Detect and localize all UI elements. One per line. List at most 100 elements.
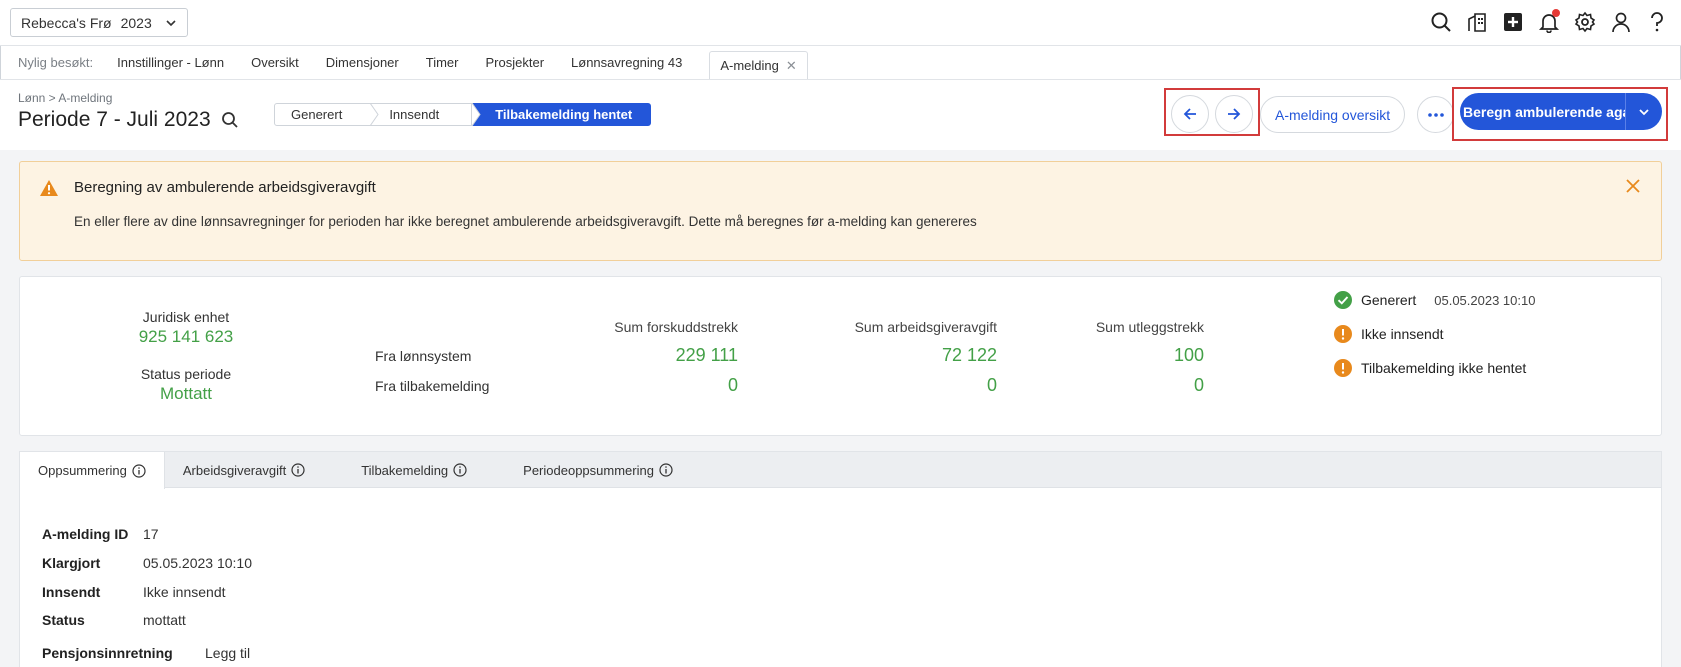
- detail-value: 17: [143, 526, 159, 542]
- calculate-aga-button[interactable]: Beregn ambulerende aga: [1460, 93, 1662, 130]
- chevron-down-icon: [166, 20, 176, 27]
- warning-icon: [40, 180, 58, 196]
- a-melding-overview-button[interactable]: A-melding oversikt: [1260, 96, 1406, 133]
- detail-value: 05.05.2023 10:10: [143, 555, 252, 571]
- status-item-date: 05.05.2023 10:10: [1434, 292, 1536, 308]
- more-button[interactable]: [1417, 96, 1454, 133]
- company-year: 2023: [120, 14, 152, 31]
- info-icon: [659, 463, 673, 477]
- row-value: 0: [1193, 375, 1204, 395]
- detail-label: Innsendt: [42, 584, 101, 600]
- row-value: 229 111: [675, 345, 738, 365]
- arrow-left-icon: [1183, 108, 1196, 120]
- breadcrumb[interactable]: Lønn > A-melding: [18, 91, 112, 105]
- recent-label: Nylig besøkt:: [18, 55, 94, 70]
- recent-link[interactable]: Timer: [426, 55, 459, 70]
- info-icon: [291, 463, 305, 477]
- company-selector[interactable]: Rebecca's Frø 2023: [10, 8, 188, 37]
- tab-label: Periodeoppsummering: [523, 462, 654, 478]
- calculate-aga-label: Beregn ambulerende aga: [1463, 103, 1625, 120]
- next-button[interactable]: [1215, 95, 1253, 133]
- details-card: Oppsummering Arbeidsgiveravgift Tilbakem…: [19, 451, 1662, 667]
- status-item-label: Generert: [1361, 292, 1417, 308]
- recent-link[interactable]: Prosjekter: [486, 55, 545, 70]
- tab-period-summary[interactable]: Periodeoppsummering: [505, 452, 691, 488]
- tab-employer-tax[interactable]: Arbeidsgiveravgift: [165, 452, 343, 488]
- page-header: Lønn > A-melding Periode 7 - Juli 2023 G…: [0, 80, 1681, 150]
- tab-label: Oppsummering: [38, 463, 127, 478]
- summary-card: Juridisk enhet 925 141 623 Status period…: [19, 276, 1662, 436]
- user-icon[interactable]: [1609, 10, 1633, 34]
- info-icon: [453, 463, 467, 477]
- step-divider: [370, 103, 379, 126]
- close-icon[interactable]: ✕: [786, 58, 797, 74]
- recent-link[interactable]: Oversikt: [251, 55, 299, 70]
- warning-text: En eller flere av dine lønnsavregninger …: [74, 214, 977, 229]
- more-icon: [1427, 112, 1444, 117]
- detail-label: Status: [42, 612, 85, 628]
- entity-label: Juridisk enhet: [142, 309, 230, 325]
- recent-bar: Nylig besøkt: Innstillinger - Lønn Overs…: [0, 46, 1681, 80]
- info-icon: [132, 463, 146, 478]
- warning-circle-icon: [1334, 359, 1352, 377]
- step-label: Generert: [291, 107, 343, 122]
- recent-link[interactable]: Lønnsavregning 43: [571, 55, 682, 70]
- warning-circle-icon: [1334, 325, 1352, 343]
- status-block: Status periode Mottatt: [101, 366, 271, 404]
- plus-square-icon[interactable]: [1501, 10, 1525, 34]
- row-value: 0: [986, 375, 997, 395]
- previous-button[interactable]: [1171, 95, 1209, 133]
- status-feedback-not-fetched: Tilbakemelding ikke hentet: [1334, 359, 1526, 377]
- row-label: Fra tilbakemelding: [375, 378, 490, 394]
- row-value: 100: [1173, 345, 1204, 365]
- top-bar: Rebecca's Frø 2023: [0, 0, 1681, 46]
- status-value: Mottatt: [160, 384, 212, 403]
- step-generated: Generert: [274, 103, 372, 126]
- close-icon[interactable]: [1625, 178, 1641, 194]
- recent-link[interactable]: Innstillinger - Lønn: [117, 55, 224, 70]
- detail-label: Klargjort: [42, 555, 101, 571]
- step-feedback: Tilbakemelding hentet: [472, 103, 652, 126]
- building-icon[interactable]: [1465, 10, 1489, 34]
- gear-icon[interactable]: [1573, 10, 1597, 34]
- recent-active-tab[interactable]: A-melding ✕: [709, 51, 808, 79]
- warning-title: Beregning av ambulerende arbeidsgiveravg…: [74, 179, 376, 196]
- step-label: Innsendt: [389, 107, 440, 122]
- bell-icon[interactable]: [1537, 9, 1561, 34]
- search-icon[interactable]: [1429, 10, 1453, 34]
- tab-summary[interactable]: Oppsummering: [20, 452, 165, 489]
- status-item-label: Tilbakemelding ikke hentet: [1361, 360, 1527, 376]
- entity-value: 925 141 623: [138, 327, 234, 346]
- row-label: Fra lønnsystem: [375, 348, 472, 364]
- dropdown-toggle[interactable]: [1626, 93, 1662, 130]
- status-item-label: Ikke innsendt: [1361, 326, 1444, 342]
- column-header: Sum utleggstrekk: [1095, 319, 1204, 335]
- help-icon[interactable]: [1645, 10, 1669, 34]
- company-name: Rebecca's Frø: [21, 14, 112, 31]
- check-circle-icon: [1334, 291, 1352, 309]
- search-icon[interactable]: [221, 111, 239, 129]
- recent-link[interactable]: Dimensjoner: [326, 55, 399, 70]
- detail-value: mottatt: [143, 612, 186, 628]
- row-value: 72 122: [941, 345, 997, 365]
- step-divider: [472, 103, 481, 126]
- warning-banner: Beregning av ambulerende arbeidsgiveravg…: [19, 161, 1662, 261]
- tab-label: Tilbakemelding: [361, 462, 449, 478]
- chevron-down-icon: [1639, 108, 1649, 115]
- page-title-text: Periode 7 - Juli 2023: [18, 108, 211, 131]
- detail-value: Ikke innsendt: [143, 584, 226, 600]
- tab-label: Arbeidsgiveravgift: [182, 462, 287, 478]
- column-header: Sum arbeidsgiveravgift: [854, 319, 997, 335]
- add-pension-link[interactable]: Legg til: [205, 645, 250, 661]
- step-sent: Innsendt: [370, 103, 473, 126]
- recent-active-label: A-melding: [720, 58, 779, 73]
- step-label: Tilbakemelding hentet: [495, 107, 633, 122]
- tab-feedback[interactable]: Tilbakemelding: [343, 452, 505, 488]
- detail-label: A-melding ID: [42, 526, 129, 542]
- page-title: Periode 7 - Juli 2023: [18, 108, 239, 132]
- tab-bar: Oppsummering Arbeidsgiveravgift Tilbakem…: [20, 452, 1661, 489]
- entity-block: Juridisk enhet 925 141 623: [101, 309, 271, 347]
- status-label: Status periode: [140, 366, 232, 382]
- progress-steps: Generert Innsendt Tilbakemelding hentet: [274, 103, 652, 126]
- top-icons: [1429, 9, 1669, 34]
